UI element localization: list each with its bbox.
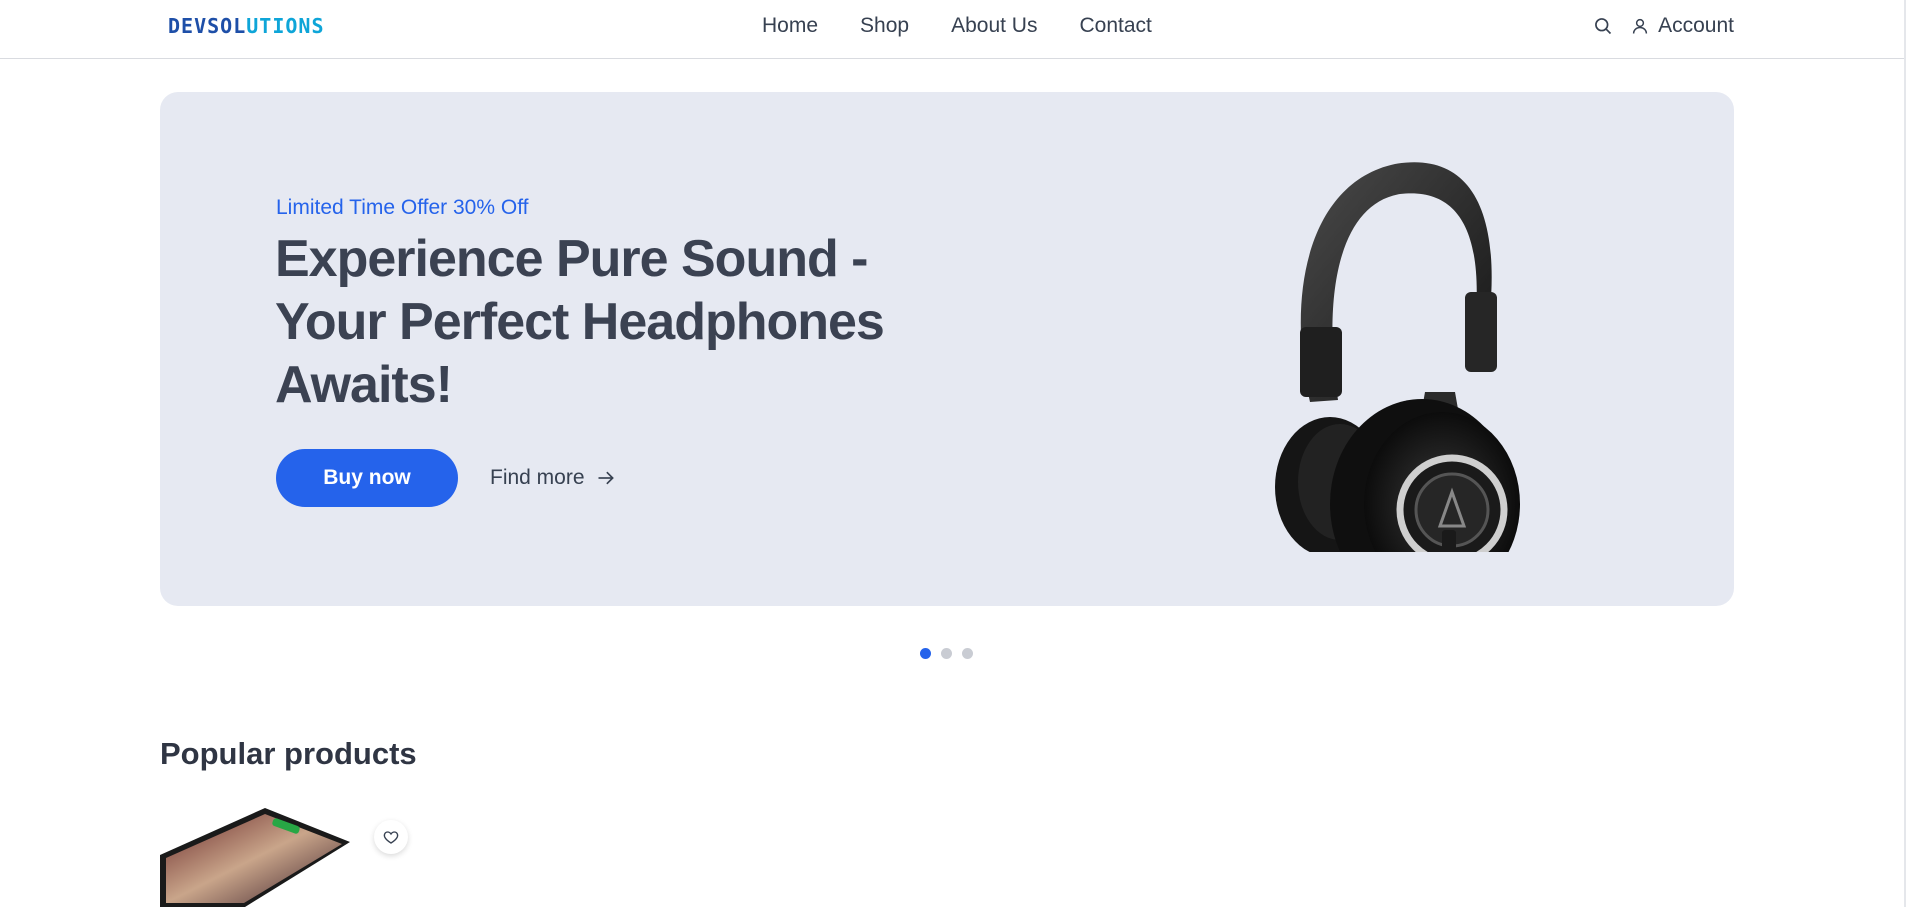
hero-slider-dots — [920, 648, 973, 659]
header-tools: Account — [1591, 14, 1734, 38]
popular-products-title: Popular products — [160, 736, 417, 771]
product-card[interactable] — [160, 800, 420, 907]
logo-text-part2: UTIONS — [246, 14, 325, 38]
slider-dot-3[interactable] — [962, 648, 973, 659]
brand-logo[interactable]: DEVSOLUTIONS — [168, 14, 325, 38]
headphones-image — [1275, 162, 1520, 552]
account-button[interactable]: Account — [1631, 14, 1734, 38]
arrow-right-icon — [598, 471, 614, 485]
nav-shop[interactable]: Shop — [860, 14, 909, 38]
main-nav: Home Shop About Us Contact — [762, 14, 1152, 38]
slider-dot-1[interactable] — [920, 648, 931, 659]
nav-home[interactable]: Home — [762, 14, 818, 38]
heart-icon — [383, 831, 399, 844]
site-header: DEVSOLUTIONS Home Shop About Us Contact … — [0, 0, 1906, 59]
phone-product-image — [160, 808, 350, 907]
hero-title: Experience Pure Sound - Your Perfect Hea… — [275, 230, 885, 414]
favorite-button[interactable] — [374, 820, 408, 854]
find-more-label: Find more — [490, 466, 585, 489]
account-label: Account — [1658, 14, 1734, 37]
logo-text-part1: DEVSOL — [168, 14, 247, 38]
find-more-link[interactable]: Find more — [490, 466, 617, 490]
hero-offer-text: Limited Time Offer 30% Off — [276, 196, 529, 219]
user-icon — [1632, 18, 1648, 34]
slider-dot-2[interactable] — [941, 648, 952, 659]
buy-now-button[interactable]: Buy now — [276, 449, 458, 507]
nav-contact[interactable]: Contact — [1079, 14, 1151, 38]
hero-banner: Limited Time Offer 30% Off Experience Pu… — [160, 92, 1734, 606]
nav-about-us[interactable]: About Us — [951, 14, 1037, 38]
search-icon[interactable] — [1591, 14, 1615, 38]
